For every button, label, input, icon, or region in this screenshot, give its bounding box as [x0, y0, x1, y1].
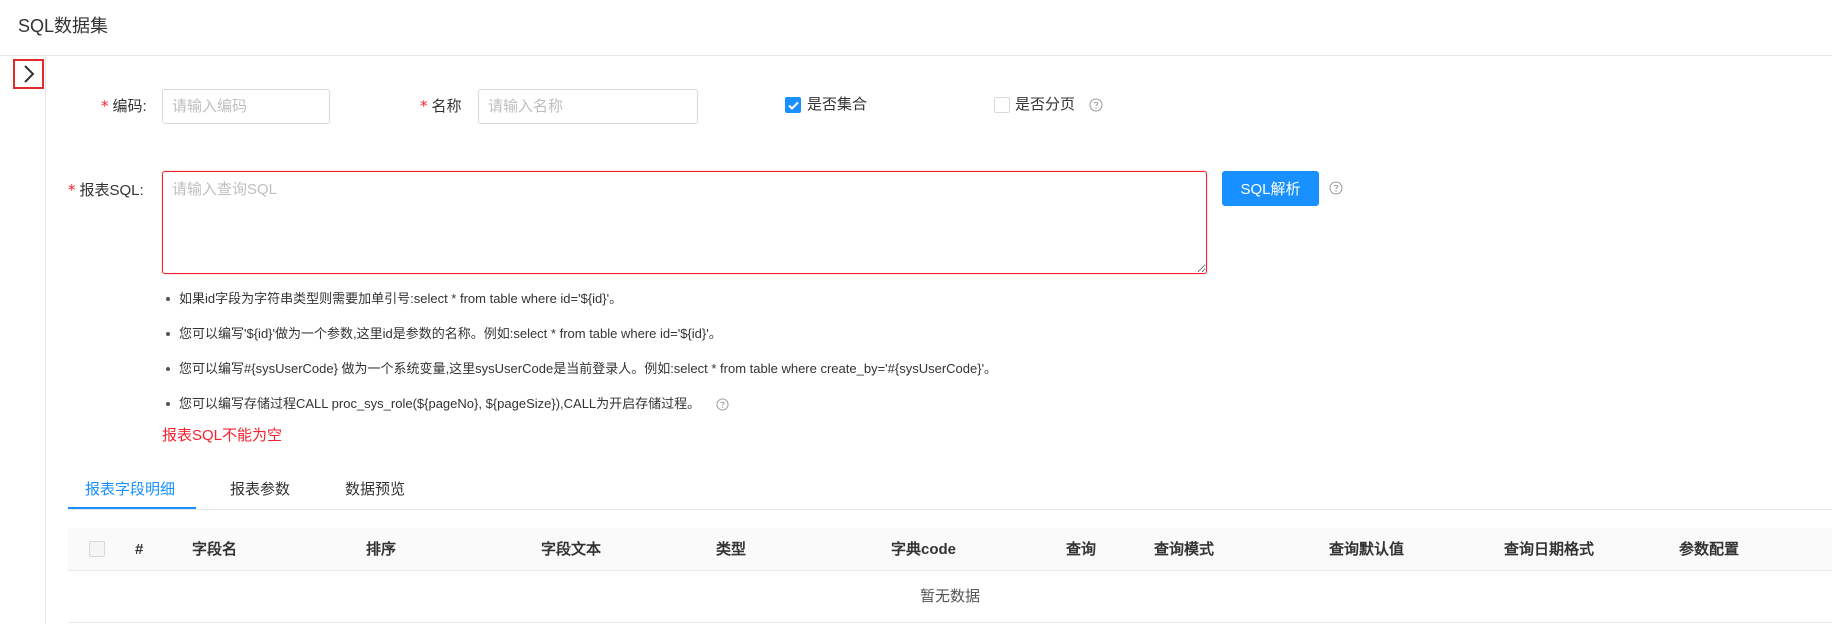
sql-parse-button[interactable]: SQL解析 [1222, 171, 1319, 206]
required-mark: * [68, 181, 76, 199]
chevron-right-icon [23, 65, 34, 83]
question-circle-icon[interactable] [716, 398, 729, 411]
sql-error-message: 报表SQL不能为空 [162, 427, 283, 444]
tab-bar: 报表字段明细 报表参数 数据预览 [68, 475, 1832, 510]
column-header: 参数配置 [1679, 541, 1740, 558]
required-mark: * [420, 97, 428, 115]
field-table: # 字段名 排序 字段文本 类型 字典code 查询 查询模式 查询默认值 查询… [68, 528, 1832, 623]
name-input[interactable] [478, 89, 698, 124]
column-header: 排序 [366, 541, 397, 558]
column-header: 字段名 [192, 541, 238, 558]
column-header: 字典code [891, 541, 957, 558]
column-header: 字段文本 [541, 541, 602, 558]
check-icon [787, 101, 799, 110]
select-all-checkbox[interactable] [89, 541, 105, 557]
tab-report-params[interactable]: 报表参数 [230, 475, 290, 510]
is-paging-checkbox[interactable] [994, 97, 1010, 113]
code-input[interactable] [162, 89, 330, 124]
column-header: 查询 [1066, 541, 1097, 558]
list-item: 您可以编写'${id}'做为一个参数,这里id是参数的名称。例如:select … [162, 325, 722, 343]
table-header: # 字段名 排序 字段文本 类型 字典code 查询 查询模式 查询默认值 查询… [68, 528, 1832, 571]
column-header: 类型 [716, 541, 747, 558]
sidebar-divider [45, 56, 46, 624]
is-collection-label: 是否集合 [807, 96, 868, 113]
sidebar-toggle-button[interactable] [13, 59, 44, 89]
column-header: 查询日期格式 [1504, 541, 1595, 558]
column-header: 查询默认值 [1329, 541, 1405, 558]
sql-label: * 报表SQL: [68, 181, 144, 199]
table-empty-state: 暂无数据 [68, 571, 1832, 623]
list-item: 您可以编写存储过程CALL proc_sys_role(${pageNo}, $… [162, 395, 729, 413]
list-item: 您可以编写#{sysUserCode} 做为一个系统变量,这里sysUserCo… [162, 360, 997, 378]
page-title: SQL数据集 [18, 16, 109, 36]
column-header: 查询模式 [1154, 541, 1215, 558]
required-mark: * [101, 97, 109, 115]
header-divider [0, 55, 1832, 56]
list-item: 如果id字段为字符串类型则需要加单引号:select * from table … [162, 290, 622, 308]
tab-field-details[interactable]: 报表字段明细 [85, 475, 175, 510]
question-circle-icon[interactable] [1329, 181, 1343, 195]
active-tab-indicator [68, 507, 196, 509]
code-label: * 编码: [101, 97, 147, 115]
tab-data-preview[interactable]: 数据预览 [345, 475, 405, 510]
column-header: # [135, 541, 144, 558]
is-collection-checkbox[interactable] [785, 97, 801, 113]
sql-textarea[interactable] [162, 171, 1207, 274]
name-label: * 名称 [420, 97, 462, 115]
question-circle-icon[interactable] [1089, 98, 1103, 112]
is-paging-label: 是否分页 [1015, 96, 1076, 113]
